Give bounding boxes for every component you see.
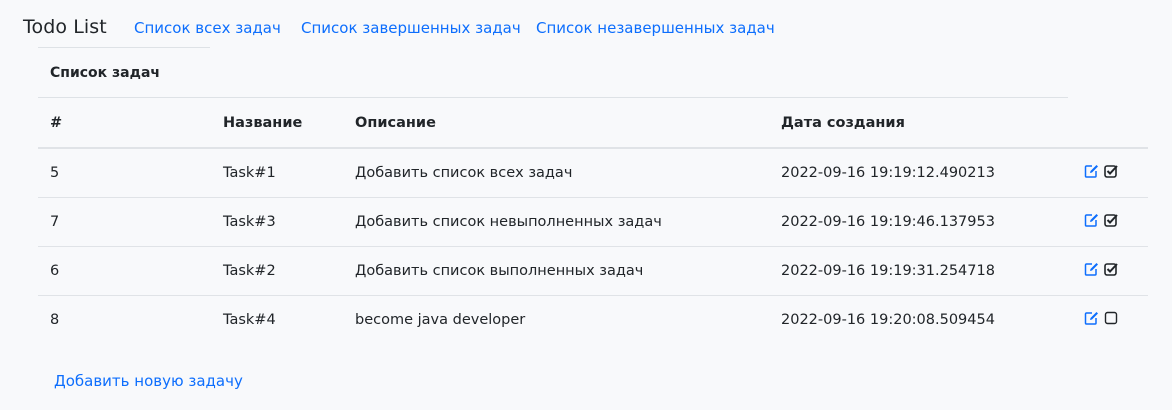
table-row: 6 Task#2 Добавить список выполненных задач… bbox=[38, 246, 1148, 296]
edit-icon[interactable] bbox=[1084, 164, 1099, 178]
table-row: 5 Task#1 Добавить список всех задач 2022-09… bbox=[38, 148, 1148, 198]
card-title: Список задач bbox=[50, 65, 160, 81]
add-task-link[interactable]: Добавить новую задачу bbox=[54, 372, 243, 390]
task-id-cell: 8 bbox=[50, 312, 60, 328]
unchecked-checkbox-icon[interactable] bbox=[1103, 311, 1118, 325]
task-name-cell: Task#2 bbox=[211, 246, 343, 296]
navbar: Todo List Список всех задач Список завер… bbox=[0, 0, 1172, 58]
task-name-cell: Task#3 bbox=[211, 197, 343, 247]
task-name-cell: Task#1 bbox=[211, 148, 343, 198]
brand-title[interactable]: Todo List bbox=[23, 16, 107, 38]
nav-link-incomplete-tasks[interactable]: Список незавершенных задач bbox=[536, 19, 775, 37]
nav-link-completed-tasks[interactable]: Список завершенных задач bbox=[301, 19, 521, 37]
task-created-cell: 2022-09-16 19:19:12.490213 bbox=[769, 148, 1057, 198]
column-header-id: # bbox=[38, 98, 211, 149]
task-created-cell: 2022-09-16 19:19:31.254718 bbox=[769, 246, 1057, 296]
task-actions-cell bbox=[1057, 148, 1148, 198]
task-actions-cell bbox=[1057, 197, 1148, 247]
column-header-created: Дата создания bbox=[769, 98, 1057, 149]
edit-icon[interactable] bbox=[1084, 262, 1099, 276]
task-created-cell: 2022-09-16 19:19:46.137953 bbox=[769, 197, 1057, 247]
task-description-cell: Добавить список невыполненных задач bbox=[343, 197, 769, 247]
column-header-name: Название bbox=[211, 98, 343, 149]
task-actions-cell bbox=[1057, 246, 1148, 296]
edit-icon[interactable] bbox=[1084, 311, 1099, 325]
checked-checkbox-icon[interactable] bbox=[1103, 164, 1118, 178]
task-created-cell: 2022-09-16 19:20:08.509454 bbox=[781, 312, 995, 328]
task-id-cell: 5 bbox=[38, 148, 211, 198]
edit-icon[interactable] bbox=[1084, 213, 1099, 227]
table-row: 8 Task#4 become java developer 2022-09-16 1… bbox=[38, 296, 1148, 345]
task-description-cell: become java developer bbox=[355, 312, 526, 328]
tasks-table: # Название Описание Дата создания 5 Task#… bbox=[38, 98, 1148, 344]
task-id-cell: 6 bbox=[38, 246, 211, 296]
task-id-cell: 7 bbox=[38, 197, 211, 247]
task-description-cell: Добавить список выполненных задач bbox=[343, 246, 769, 296]
task-name-cell: Task#4 bbox=[223, 312, 276, 328]
card-header-divider bbox=[38, 47, 210, 48]
checked-checkbox-icon[interactable] bbox=[1103, 213, 1118, 227]
task-description-cell: Добавить список всех задач bbox=[343, 148, 769, 198]
column-header-actions bbox=[1057, 98, 1148, 149]
task-actions-cell bbox=[1057, 296, 1148, 345]
table-row: 7 Task#3 Добавить список невыполненных зад… bbox=[38, 197, 1148, 247]
table-header-row: # Название Описание Дата создания bbox=[38, 98, 1148, 149]
column-header-description: Описание bbox=[343, 98, 769, 149]
checked-checkbox-icon[interactable] bbox=[1103, 262, 1118, 276]
nav-link-all-tasks[interactable]: Список всех задач bbox=[134, 19, 281, 37]
